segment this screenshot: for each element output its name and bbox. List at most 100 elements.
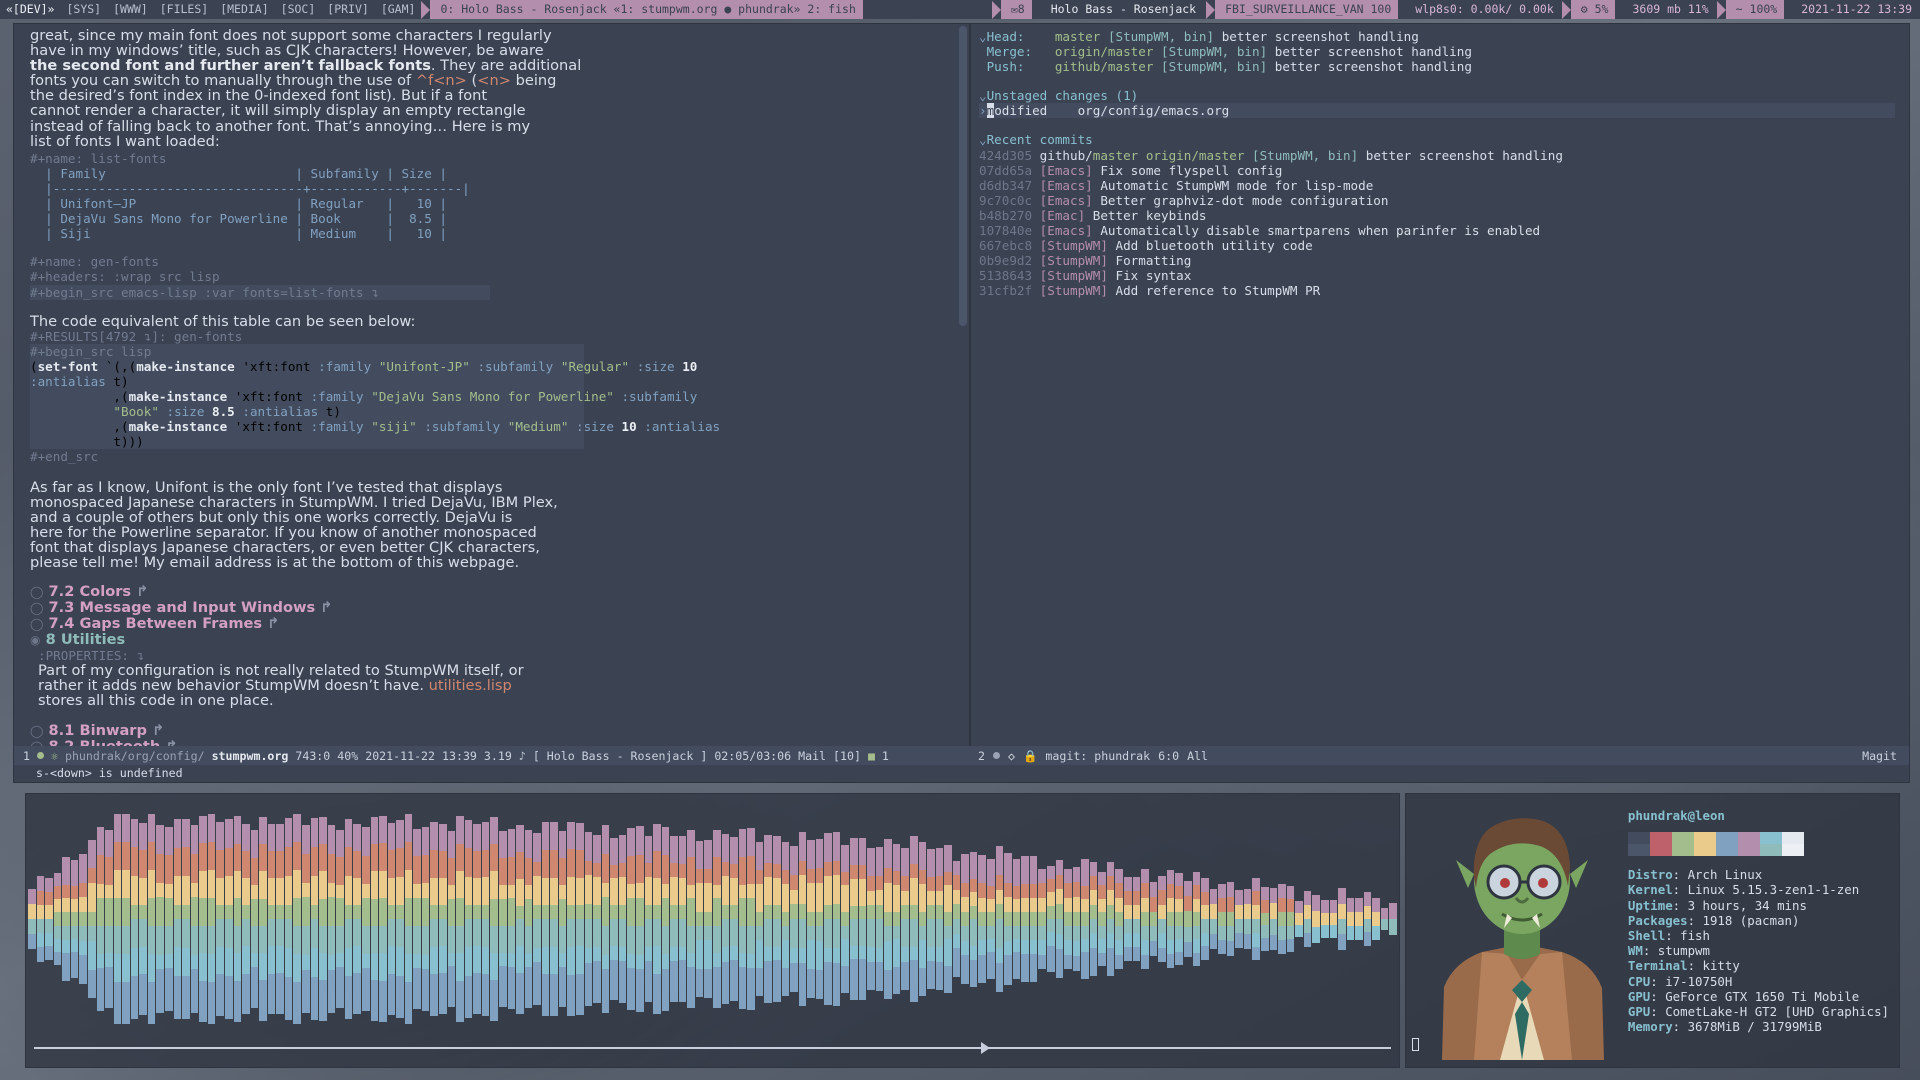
magit-buffer-pane[interactable]: ⌄Head: master [StumpWM, bin] better scre… bbox=[971, 24, 1909, 746]
network-throughput: wlp8s0: 0.00k/ 0.00k bbox=[1407, 0, 1562, 19]
magit-commit-row[interactable]: d6db347 [Emacs] Automatic StumpWM mode f… bbox=[979, 178, 1895, 193]
group-priv[interactable]: [PRIV] bbox=[321, 0, 375, 19]
cava-bar bbox=[978, 814, 986, 1024]
group-media[interactable]: [MEDIA] bbox=[214, 0, 274, 19]
mail-indicator[interactable]: ✉8 bbox=[1000, 0, 1032, 19]
org-heading[interactable]: ◯ 8.1 Binwarp ↱ bbox=[30, 723, 955, 739]
cava-bar bbox=[216, 814, 224, 1024]
org-buffer-pane[interactable]: great, since my main font does not suppo… bbox=[14, 24, 969, 746]
magit-commit-row[interactable]: 31cfb2f [StumpWM] Add reference to Stump… bbox=[979, 283, 1895, 298]
org-properties-drawer[interactable]: :PROPERTIES: ↴ bbox=[38, 648, 955, 663]
org-heading-bullet-icon[interactable]: ◯ bbox=[30, 724, 43, 738]
window-list[interactable]: 0: Holo Bass - Rosenjack «1: stumpwm.org… bbox=[430, 0, 863, 19]
org-src-header-1: #+name: gen-fonts #+headers: :wrap src li… bbox=[30, 254, 955, 300]
modeline-mail[interactable]: Mail [10] bbox=[798, 749, 861, 763]
emacs-buffers: great, since my main font does not suppo… bbox=[14, 24, 1909, 746]
cava-bar bbox=[772, 814, 781, 1024]
neofetch-window[interactable]: phundrak@leon Distro: Arch Linux Kernel: … bbox=[1405, 793, 1900, 1068]
magit-recent-title[interactable]: ⌄Recent commits bbox=[979, 132, 1895, 147]
emacs-window[interactable]: great, since my main font does not suppo… bbox=[13, 23, 1910, 783]
cava-bar bbox=[704, 814, 712, 1024]
cava-bar bbox=[439, 814, 447, 1024]
magit-commit-row[interactable]: 0b9e9d2 [StumpWM] Formatting bbox=[979, 253, 1895, 268]
neofetch-row: Distro: Arch Linux bbox=[1628, 867, 1889, 882]
org-heading[interactable]: ◉ 8 Utilities bbox=[30, 632, 955, 648]
magit-commit-list[interactable]: 424d305 github/master origin/master [Stu… bbox=[979, 148, 1895, 299]
workspace-groups[interactable]: «[DEV]» [SYS] [WWW] [FILES] [MEDIA] [SOC… bbox=[0, 0, 421, 19]
org-heading-bullet-icon[interactable]: ◯ bbox=[30, 601, 43, 615]
group-dev[interactable]: «[DEV]» bbox=[0, 0, 60, 19]
cava-bar bbox=[456, 814, 464, 1024]
org-heading-list-2[interactable]: ◯ 8.1 Binwarp ↱◯ 8.2 Bluetooth ↱ bbox=[30, 723, 955, 746]
magit-commit-row[interactable]: b48b270 [Emac] Better keybinds bbox=[979, 208, 1895, 223]
org-heading-bullet-icon[interactable]: ◯ bbox=[30, 585, 43, 599]
org-buffer-content[interactable]: great, since my main font does not suppo… bbox=[30, 24, 955, 746]
terminal-cava-window[interactable] bbox=[25, 793, 1400, 1068]
cava-bar bbox=[1295, 814, 1303, 1024]
group-soc[interactable]: [SOC] bbox=[275, 0, 322, 19]
orc-avatar bbox=[1442, 818, 1604, 1060]
group-gam[interactable]: [GAM] bbox=[375, 0, 422, 19]
cava-bar bbox=[70, 814, 79, 1024]
magit-head-row[interactable]: Merge: origin/master [StumpWM, bin] bett… bbox=[979, 44, 1895, 59]
org-scrollbar[interactable] bbox=[957, 24, 969, 746]
mail-count: 8 bbox=[1017, 2, 1025, 16]
magit-head-row[interactable]: Push: github/master [StumpWM, bin] bette… bbox=[979, 59, 1895, 74]
cava-bar bbox=[473, 814, 481, 1024]
magit-commit-row[interactable]: 107840e [Emacs] Automatically disable sm… bbox=[979, 223, 1895, 238]
cava-bar bbox=[1303, 814, 1312, 1024]
cava-bar bbox=[490, 814, 498, 1024]
magit-content[interactable]: ⌄Head: master [StumpWM, bin] better scre… bbox=[979, 24, 1895, 746]
buffer-path: phundrak/org/config/ bbox=[64, 748, 205, 763]
org-heading[interactable]: ◯ 7.3 Message and Input Windows ↱ bbox=[30, 600, 955, 616]
cursor-position: 743:0 bbox=[295, 748, 331, 763]
magit-commit-row[interactable]: 07dd65a [Emacs] Fix some flyspell config bbox=[979, 163, 1895, 178]
cava-bar bbox=[576, 814, 584, 1024]
org-heading[interactable]: ◯ 7.2 Colors ↱ bbox=[30, 584, 955, 600]
cava-bar bbox=[1209, 814, 1218, 1024]
cava-bar bbox=[1218, 814, 1226, 1024]
terminal-arrow-icon bbox=[981, 1042, 990, 1054]
cava-bar bbox=[139, 814, 147, 1024]
magit-commit-row[interactable]: 5138643 [StumpWM] Fix syntax bbox=[979, 268, 1895, 283]
cava-bar bbox=[567, 814, 575, 1024]
cava-bar bbox=[1278, 814, 1286, 1024]
powerline-separator-icon bbox=[1561, 0, 1571, 19]
cava-bar bbox=[387, 814, 396, 1024]
cava-bar bbox=[464, 814, 473, 1024]
org-src-block-lisp[interactable]: #+begin_src lisp (set-font `(,(make-inst… bbox=[30, 343, 720, 450]
group-www[interactable]: [WWW] bbox=[107, 0, 154, 19]
org-heading-bullet-icon[interactable]: ◯ bbox=[30, 617, 43, 631]
battery-value: 100% bbox=[1749, 2, 1778, 16]
org-paragraph-2: The code equivalent of this table can be… bbox=[30, 312, 416, 330]
org-heading-bullet-icon[interactable]: ◉ bbox=[30, 633, 40, 647]
org-heading[interactable]: ◯ 7.4 Gaps Between Frames ↱ bbox=[30, 616, 955, 632]
magit-commit-row[interactable]: 9c70c0c [Emacs] Better graphviz-dot mode… bbox=[979, 193, 1895, 208]
org-heading-text: 8.1 Binwarp bbox=[48, 722, 147, 740]
cava-bar bbox=[524, 814, 533, 1024]
cava-bar bbox=[507, 814, 516, 1024]
neofetch-row: WM: stumpwm bbox=[1628, 943, 1889, 958]
buffer-filename: stumpwm.org bbox=[211, 748, 289, 763]
magit-commit-row[interactable]: 667ebc8 [StumpWM] Add bluetooth utility … bbox=[979, 238, 1895, 253]
neofetch-ascii-art bbox=[1406, 794, 1622, 1067]
cava-bar bbox=[713, 814, 721, 1024]
cava-bar bbox=[430, 814, 438, 1024]
magit-unstaged-file[interactable]: ›modified org/config/emacs.org bbox=[979, 103, 1895, 119]
org-table-name: #+name: list-fonts bbox=[30, 150, 167, 166]
cava-bar bbox=[927, 814, 935, 1024]
org-heading-list-1[interactable]: ◯ 7.2 Colors ↱ ◯ 7.3 Message and Input Wi… bbox=[30, 584, 955, 648]
cava-bar bbox=[62, 814, 70, 1024]
group-files[interactable]: [FILES] bbox=[154, 0, 214, 19]
emacs-version: 3.19 bbox=[483, 748, 512, 763]
magit-commit-row[interactable]: 424d305 github/master origin/master [Stu… bbox=[979, 148, 1895, 163]
cava-bar bbox=[1055, 814, 1064, 1024]
magit-unstaged-title[interactable]: ⌄Unstaged changes (1) bbox=[979, 88, 1895, 103]
group-sys[interactable]: [SYS] bbox=[60, 0, 107, 19]
cava-bar bbox=[627, 814, 635, 1024]
magit-head-row[interactable]: ⌄Head: master [StumpWM, bin] better scre… bbox=[979, 29, 1895, 44]
modeline-battery: 1 bbox=[881, 748, 889, 763]
neofetch-value: : 1918 (pacman) bbox=[1687, 912, 1800, 928]
magit-head-section[interactable]: ⌄Head: master [StumpWM, bin] better scre… bbox=[979, 29, 1895, 74]
wifi-indicator[interactable]: FBI_SURVEILLANCE_VAN 100 bbox=[1215, 0, 1399, 19]
